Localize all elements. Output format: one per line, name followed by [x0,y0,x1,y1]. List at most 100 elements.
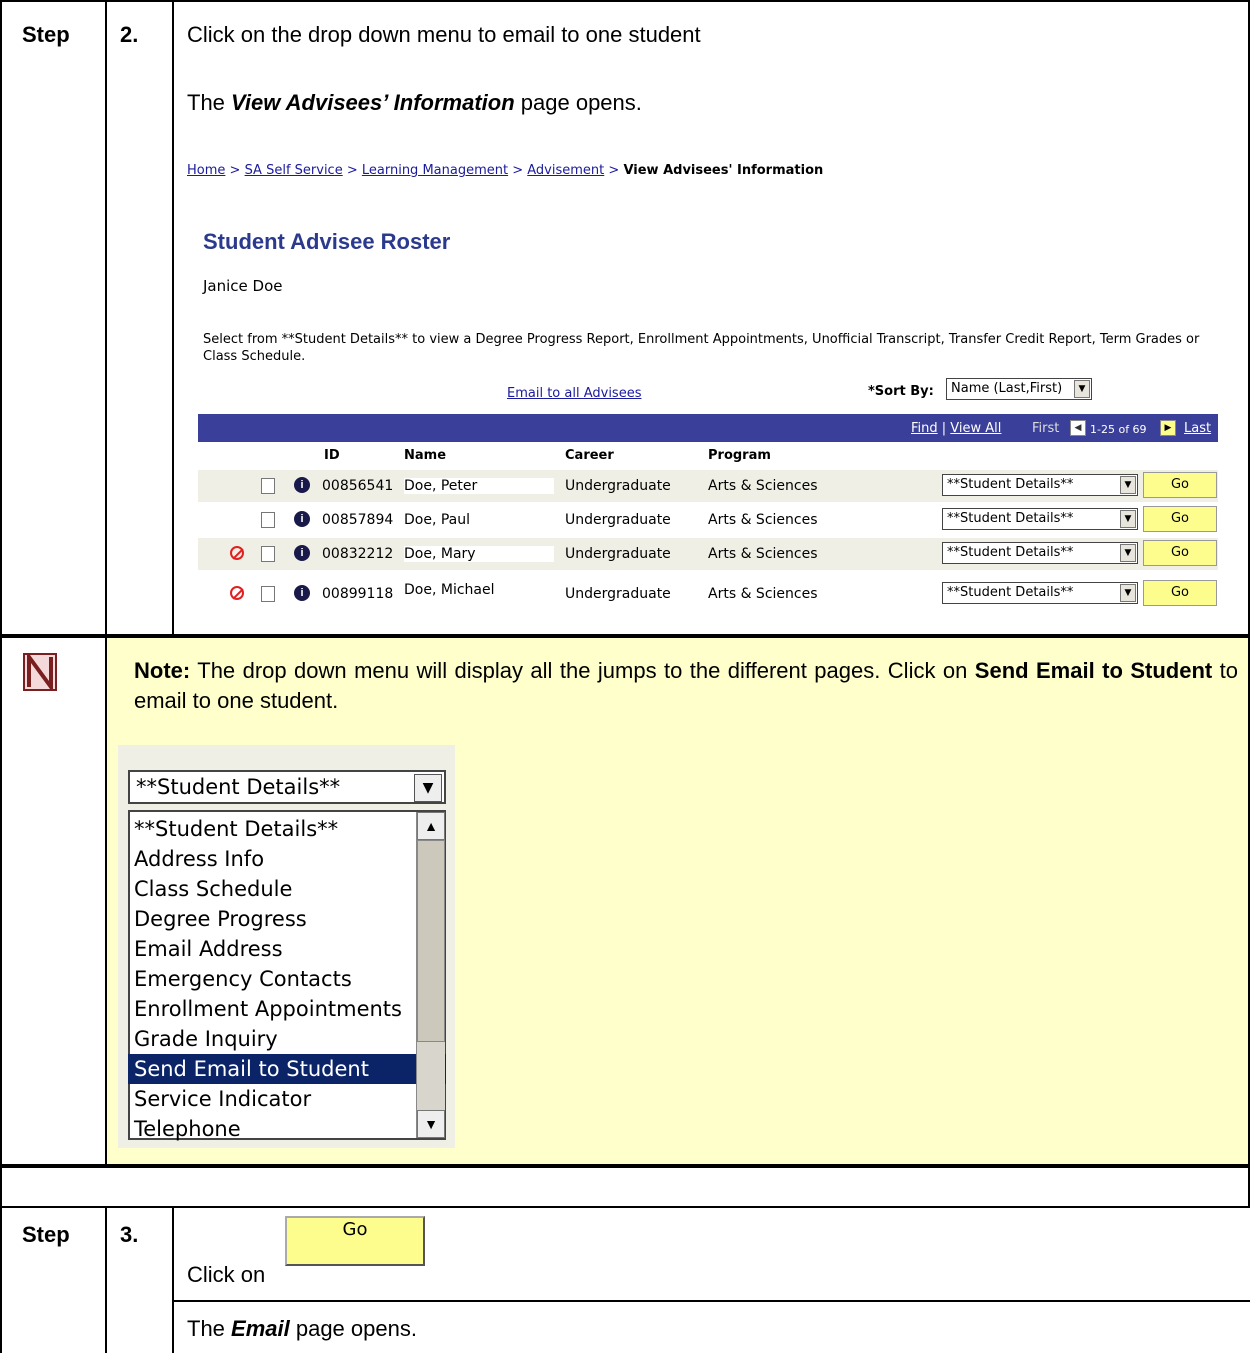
breadcrumb-current: View Advisees' Information [623,163,824,178]
row-name: Doe, Paul [404,512,471,528]
step-label: Step [22,22,70,47]
step3-divider [174,1300,1250,1302]
go-button[interactable]: Go [1143,540,1217,566]
scroll-down-icon[interactable]: ▼ [417,1110,445,1138]
header-program: Program [708,448,771,463]
col2-divider-step3 [172,1206,174,1353]
breadcrumb-learning-management[interactable]: Learning Management [362,163,508,178]
dropdown-option[interactable]: Emergency Contacts [128,964,446,994]
go-button[interactable]: Go [1143,580,1217,606]
step-number: 2. [120,22,139,47]
row-career: Undergraduate [565,512,671,528]
email-opens-sentence: The Email page opens. [187,1316,417,1341]
col2-divider [172,0,174,636]
dropdown-option[interactable]: Class Schedule [128,874,446,904]
col1-divider [105,0,107,636]
info-icon[interactable]: i [294,511,310,527]
student-details-select[interactable]: **Student Details** ▼ [942,542,1138,564]
first-label: First [1032,421,1060,436]
dropdown-option[interactable]: Enrollment Appointments [128,994,446,1024]
last-link[interactable]: Last [1184,421,1211,436]
info-icon[interactable]: i [294,585,310,601]
next-page-icon[interactable]: ▶ [1160,420,1176,436]
row-name: Doe, Peter [404,478,554,494]
scroll-up-icon[interactable]: ▲ [417,812,445,840]
breadcrumb-sa-self-service[interactable]: SA Self Service [245,163,343,178]
header-name: Name [404,448,447,463]
note-text: Note: The drop down menu will display al… [134,658,1238,713]
step-number: 3. [120,1222,139,1247]
step-label: Step [22,1222,70,1247]
row-program: Arts & Sciences [708,512,818,528]
col1-divider-step3 [105,1206,107,1353]
chevron-down-icon: ▼ [414,774,442,802]
info-icon[interactable]: i [294,545,310,561]
table-left-border [0,0,2,1353]
page-title: Student Advisee Roster [203,229,451,254]
breadcrumb-advisement[interactable]: Advisement [527,163,604,178]
row-id: 00857894 [322,512,394,528]
notes-icon[interactable] [261,512,275,528]
row-career: Undergraduate [565,586,671,602]
step-instruction: Click on the drop down menu to email to … [187,22,701,47]
row-program: Arts & Sciences [708,546,818,562]
header-id: ID [324,448,340,463]
info-icon[interactable]: i [294,477,310,493]
row-divider-2 [0,1164,1250,1168]
student-details-select[interactable]: **Student Details** ▼ [942,582,1138,604]
student-details-select[interactable]: **Student Details** ▼ [942,474,1138,496]
sort-by-select[interactable]: Name (Last,First) ▼ [946,378,1092,400]
note-icon [23,653,57,691]
dropdown-option[interactable]: Telephone [128,1114,446,1144]
advisor-name: Janice Doe [203,277,283,295]
header-career: Career [565,448,614,463]
note-divider [105,638,107,1166]
scroll-thumb[interactable] [417,840,445,1042]
click-on-text: Click on [187,1262,266,1287]
dropdown-option[interactable]: **Student Details** [128,814,446,844]
row-divider-3 [0,1206,1250,1208]
row-id: 00856541 [322,478,394,494]
dropdown-option[interactable]: Send Email to Student [128,1054,446,1084]
notes-icon[interactable] [261,586,275,602]
sort-by-label: *Sort By: [868,384,934,399]
chevron-down-icon: ▼ [1120,476,1136,494]
dropdown-option[interactable]: Grade Inquiry [128,1024,446,1054]
page-range: 1-25 of 69 [1090,423,1147,436]
opens-sentence: The View Advisees’ Information page open… [187,90,642,115]
view-all-link[interactable]: View All [950,421,1001,436]
roster-hint: Select from **Student Details** to view … [203,332,1200,364]
row-program: Arts & Sciences [708,586,818,602]
chevron-down-icon: ▼ [1120,510,1136,528]
student-details-select[interactable]: **Student Details** ▼ [942,508,1138,530]
breadcrumb-home[interactable]: Home [187,163,225,178]
dropdown-option[interactable]: Degree Progress [128,904,446,934]
prev-page-icon[interactable]: ◀ [1070,420,1086,436]
grid-nav: Find | View All [911,421,1002,436]
go-button[interactable]: Go [1143,506,1217,532]
service-indicator-icon[interactable] [230,586,244,600]
breadcrumb: Home > SA Self Service > Learning Manage… [187,163,824,178]
table-top-border [0,0,1250,2]
chevron-down-icon: ▼ [1120,544,1136,562]
chevron-down-icon: ▼ [1074,380,1090,398]
find-link[interactable]: Find [911,421,938,436]
chevron-down-icon: ▼ [1120,584,1136,602]
dropdown-option[interactable]: Service Indicator [128,1084,446,1114]
row-name: Doe, Mary [404,546,554,562]
dropdown-option[interactable]: Address Info [128,844,446,874]
notes-icon[interactable] [261,546,275,562]
go-button[interactable]: Go [1143,472,1217,498]
email-all-advisees-link[interactable]: Email to all Advisees [507,386,641,401]
go-button-sample[interactable]: Go [285,1216,425,1266]
dropdown-scrollbar[interactable]: ▲ ▼ [416,812,445,1138]
notes-icon[interactable] [261,478,275,494]
student-details-dropdown[interactable]: **Student Details** ▼ [128,770,446,804]
dropdown-options: **Student Details** Address Info Class Sch… [128,814,446,1144]
row-program: Arts & Sciences [708,478,818,494]
row-id: 00899118 [322,586,394,602]
dropdown-option[interactable]: Email Address [128,934,446,964]
grid-nav-bar [198,414,1218,442]
row-career: Undergraduate [565,478,671,494]
service-indicator-icon[interactable] [230,546,244,560]
